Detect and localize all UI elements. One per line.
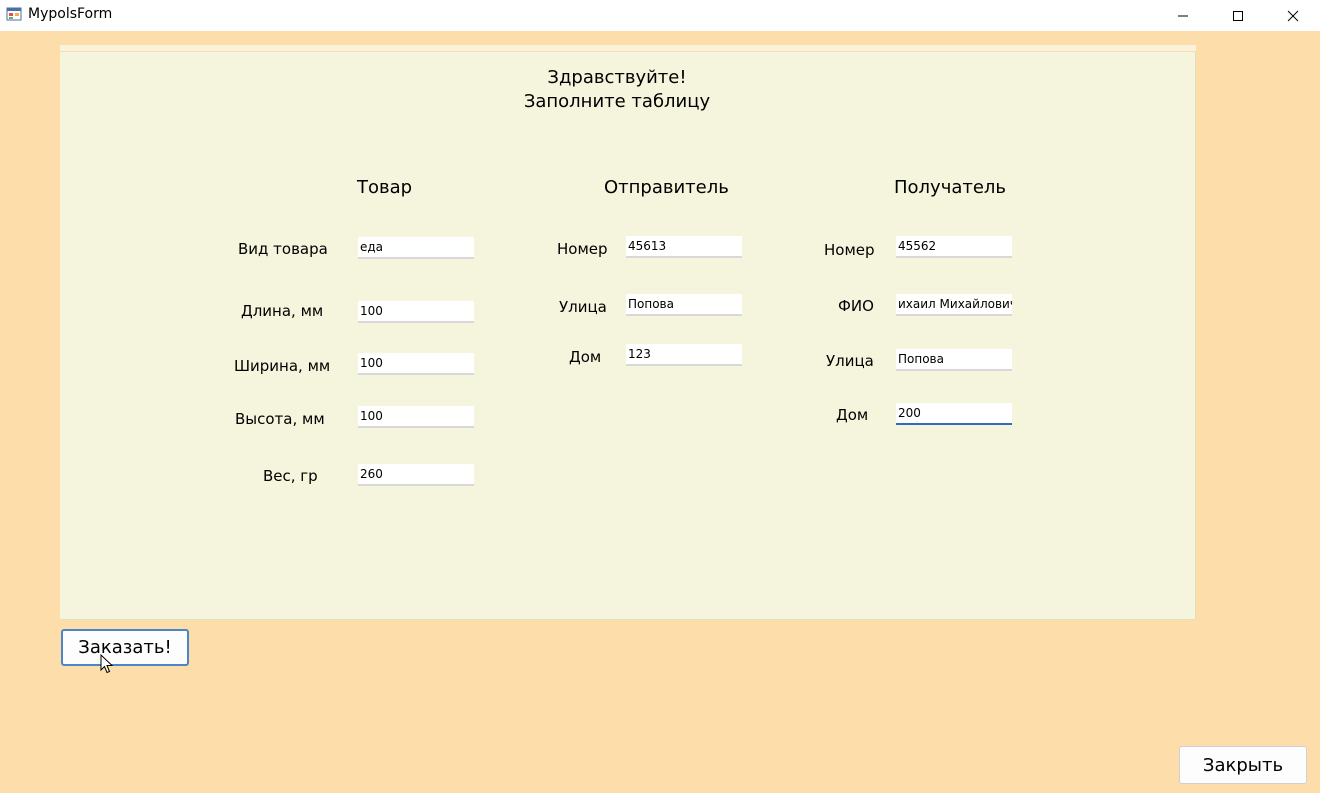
- recipient-name-label: ФИО: [838, 297, 874, 315]
- length-label: Длина, мм: [241, 302, 324, 320]
- app-icon: [6, 7, 22, 21]
- recipient-street-label: Улица: [826, 352, 874, 370]
- width-input[interactable]: [358, 353, 474, 375]
- close-window-button[interactable]: [1270, 0, 1316, 31]
- sender-number-input[interactable]: [626, 236, 742, 258]
- goods-type-label: Вид товара: [238, 240, 328, 258]
- sender-house-input[interactable]: [626, 344, 742, 366]
- sender-number-label: Номер: [557, 240, 608, 258]
- recipient-number-label: Номер: [824, 241, 875, 259]
- greeting: Здравствуйте! Заполните таблицу: [60, 66, 1174, 114]
- window-title: MypolsForm: [28, 6, 113, 22]
- sender-house-label: Дом: [569, 348, 602, 366]
- weight-label: Вес, гр: [263, 467, 318, 485]
- order-button[interactable]: Заказать!: [61, 629, 189, 666]
- width-label: Ширина, мм: [234, 357, 331, 375]
- recipient-house-input[interactable]: [896, 403, 1012, 425]
- recipient-house-label: Дом: [836, 406, 869, 424]
- form-panel: Здравствуйте! Заполните таблицу Товар Ви…: [60, 52, 1196, 620]
- goods-heading: Товар: [357, 177, 413, 198]
- greeting-title: Здравствуйте!: [547, 67, 687, 88]
- weight-input[interactable]: [358, 464, 474, 486]
- height-label: Высота, мм: [235, 410, 325, 428]
- panel-top-border: [60, 45, 1196, 51]
- close-button[interactable]: Закрыть: [1179, 746, 1307, 784]
- goods-type-input[interactable]: [358, 237, 474, 259]
- close-icon: [1287, 10, 1299, 21]
- mouse-cursor-icon: [100, 654, 114, 674]
- minimize-button[interactable]: [1160, 0, 1206, 31]
- recipient-name-input[interactable]: [896, 294, 1012, 316]
- title-bar: MypolsForm: [0, 0, 1320, 31]
- maximize-button[interactable]: [1215, 0, 1261, 31]
- recipient-street-input[interactable]: [896, 349, 1012, 371]
- form-window: MypolsForm Здравствуйте! Заполните табли…: [0, 0, 1320, 793]
- height-input[interactable]: [358, 406, 474, 428]
- length-input[interactable]: [358, 301, 474, 323]
- sender-street-input[interactable]: [626, 294, 742, 316]
- minimize-icon: [1178, 15, 1188, 16]
- recipient-heading: Получатель: [894, 177, 1007, 198]
- recipient-number-input[interactable]: [896, 236, 1012, 258]
- sender-heading: Отправитель: [604, 177, 729, 198]
- maximize-icon: [1233, 10, 1243, 21]
- sender-street-label: Улица: [559, 298, 607, 316]
- greeting-subtitle: Заполните таблицу: [523, 91, 711, 112]
